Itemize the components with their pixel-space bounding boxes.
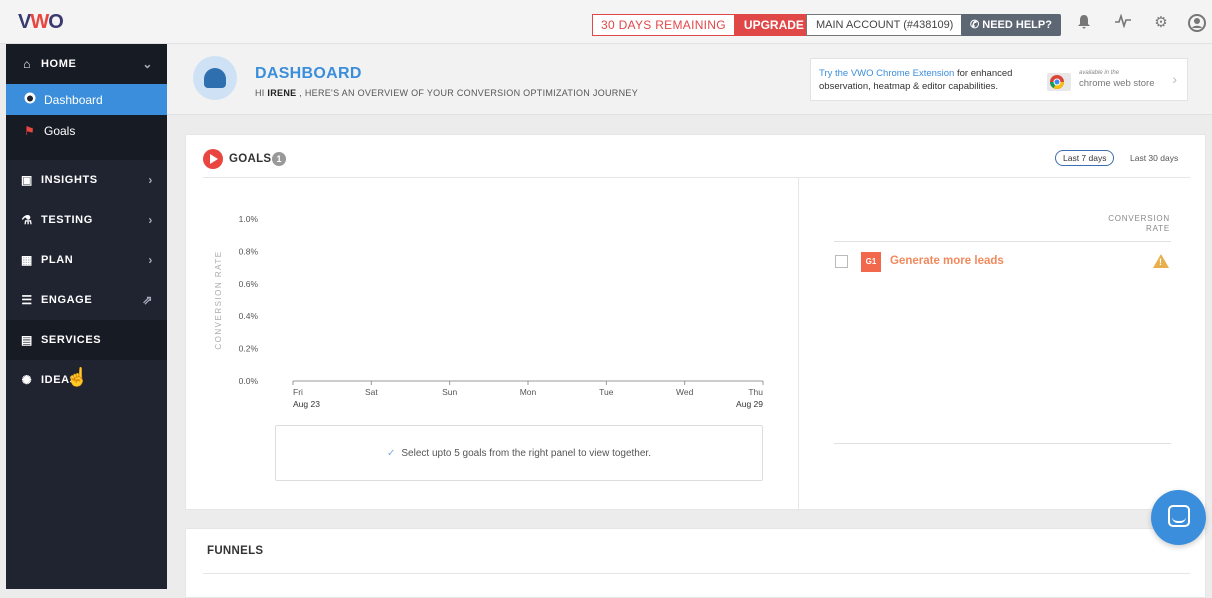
account-selector[interactable]: MAIN ACCOUNT (#438109) (806, 14, 964, 36)
engage-icon: ☰ (21, 293, 33, 307)
gauge-icon (24, 92, 37, 107)
divider (798, 178, 799, 511)
briefcase-icon: ▤ (21, 333, 33, 347)
range-last-30-days[interactable]: Last 30 days (1130, 153, 1178, 163)
chevron-right-icon: › (1172, 71, 1177, 87)
funnels-card: FUNNELS (185, 528, 1206, 598)
chrome-extension-banner[interactable]: Try the VWO Chrome Extension for enhance… (810, 58, 1188, 101)
extension-link[interactable]: Try the VWO Chrome Extension (819, 68, 954, 79)
sidebar: ⌂ HOME ⌄ Dashboard ⚑ Goals ▣ INSIGHTS › … (6, 44, 167, 589)
goal-checkbox[interactable] (835, 255, 848, 268)
divider (834, 443, 1171, 444)
x-tick-label: Wed (676, 387, 694, 397)
sidebar-item-insights[interactable]: ▣ INSIGHTS › (6, 160, 167, 200)
external-link-icon: ⇗ (142, 293, 153, 307)
top-bar: VWO 30 DAYS REMAINING UPGRADE MAIN ACCOU… (0, 0, 1212, 44)
y-tick-label: 0.2% (239, 344, 259, 354)
x-tick-label: Tue (599, 387, 614, 397)
gear-icon[interactable]: ⚙ (1152, 14, 1170, 32)
sidebar-item-home[interactable]: ⌂ HOME ⌄ (6, 44, 167, 84)
phone-icon: ✆ (970, 19, 983, 31)
upgrade-button[interactable]: UPGRADE (733, 15, 814, 35)
divider (834, 241, 1171, 242)
chrome-store-icon (1047, 73, 1071, 91)
chevron-down-icon: ⌄ (142, 57, 153, 71)
sidebar-item-services[interactable]: ▤ SERVICES (6, 320, 167, 360)
x-tick-label: Mon (520, 387, 537, 397)
chevron-right-icon: › (148, 253, 153, 267)
list-item[interactable]: G1 Generate more leads ! (835, 252, 1171, 272)
chat-icon (1168, 505, 1190, 527)
lightbulb-icon: ✺ (21, 373, 33, 387)
bell-icon[interactable] (1075, 14, 1093, 32)
divider (203, 573, 1190, 574)
y-tick-label: 0.8% (239, 246, 259, 256)
y-tick-label: 0.6% (239, 279, 259, 289)
divider (203, 177, 1190, 178)
page-title: DASHBOARD (255, 65, 362, 82)
sidebar-item-dashboard[interactable]: Dashboard (6, 84, 167, 115)
trial-banner: 30 DAYS REMAINING UPGRADE (592, 14, 815, 36)
flag-icon: ⚑ (24, 123, 35, 138)
y-tick-label: 0.0% (239, 376, 259, 386)
chevron-right-icon: › (148, 213, 153, 227)
activity-icon[interactable] (1114, 13, 1132, 32)
need-help-button[interactable]: ✆ NEED HELP? (961, 14, 1061, 36)
sidebar-item-goals[interactable]: ⚑ Goals (6, 115, 167, 146)
dashboard-header: DASHBOARD HI IRENE , HERE'S AN OVERVIEW … (167, 44, 1212, 115)
y-tick-label: 1.0% (239, 214, 259, 224)
sidebar-item-plan[interactable]: ▦ PLAN › (6, 240, 167, 280)
insights-icon: ▣ (21, 173, 33, 187)
goals-hint: ✓ Select upto 5 goals from the right pane… (275, 425, 763, 481)
x-tick-label: Sun (442, 387, 457, 397)
goal-name[interactable]: Generate more leads (890, 255, 1004, 267)
sidebar-item-engage[interactable]: ☰ ENGAGE ⇗ (6, 280, 167, 320)
x-tick-label: Sat (365, 387, 378, 397)
goals-icon (203, 149, 223, 169)
x-date-start: Aug 23 (293, 399, 320, 409)
goals-count-badge: 1 (272, 152, 286, 166)
calendar-icon: ▦ (21, 253, 33, 267)
x-date-end: Aug 29 (736, 399, 763, 409)
conversion-rate-header: CONVERSION RATE (1108, 214, 1170, 233)
extension-text: Try the VWO Chrome Extension for enhance… (819, 68, 1013, 92)
check-icon: ✓ (387, 448, 396, 459)
range-last-7-days[interactable]: Last 7 days (1055, 150, 1115, 166)
y-axis-label: CONVERSION RATE (214, 250, 223, 349)
dashboard-gauge-icon (193, 56, 237, 100)
trial-remaining: 30 DAYS REMAINING (593, 15, 734, 35)
greeting: HI IRENE , HERE'S AN OVERVIEW OF YOUR CO… (255, 88, 639, 98)
chat-widget-button[interactable] (1151, 490, 1206, 545)
goals-card: GOALS 1 Last 7 days Last 30 days CONVERS… (185, 134, 1206, 511)
flask-icon: ⚗ (21, 213, 33, 227)
goals-title: GOALS (229, 153, 272, 165)
hand-cursor-icon: ☝ (66, 367, 89, 387)
sidebar-item-testing[interactable]: ⚗ TESTING › (6, 200, 167, 240)
y-tick-label: 0.4% (239, 311, 259, 321)
warning-icon[interactable]: ! (1153, 254, 1169, 268)
x-tick-label: Thu (748, 387, 763, 397)
goal-tag: G1 (861, 252, 881, 272)
x-tick-label: Fri (293, 387, 303, 397)
user-icon[interactable] (1188, 14, 1206, 32)
funnels-title: FUNNELS (207, 545, 264, 557)
vwo-logo[interactable]: VWO (18, 11, 64, 34)
conversion-chart: CONVERSION RATE 1.0% 0.8% 0.6% 0.4% 0.2% 0.0% F… (214, 214, 764, 409)
chevron-right-icon: › (148, 173, 153, 187)
sidebar-home-group: ⌂ HOME ⌄ Dashboard ⚑ Goals (6, 44, 167, 160)
home-icon: ⌂ (23, 57, 31, 71)
